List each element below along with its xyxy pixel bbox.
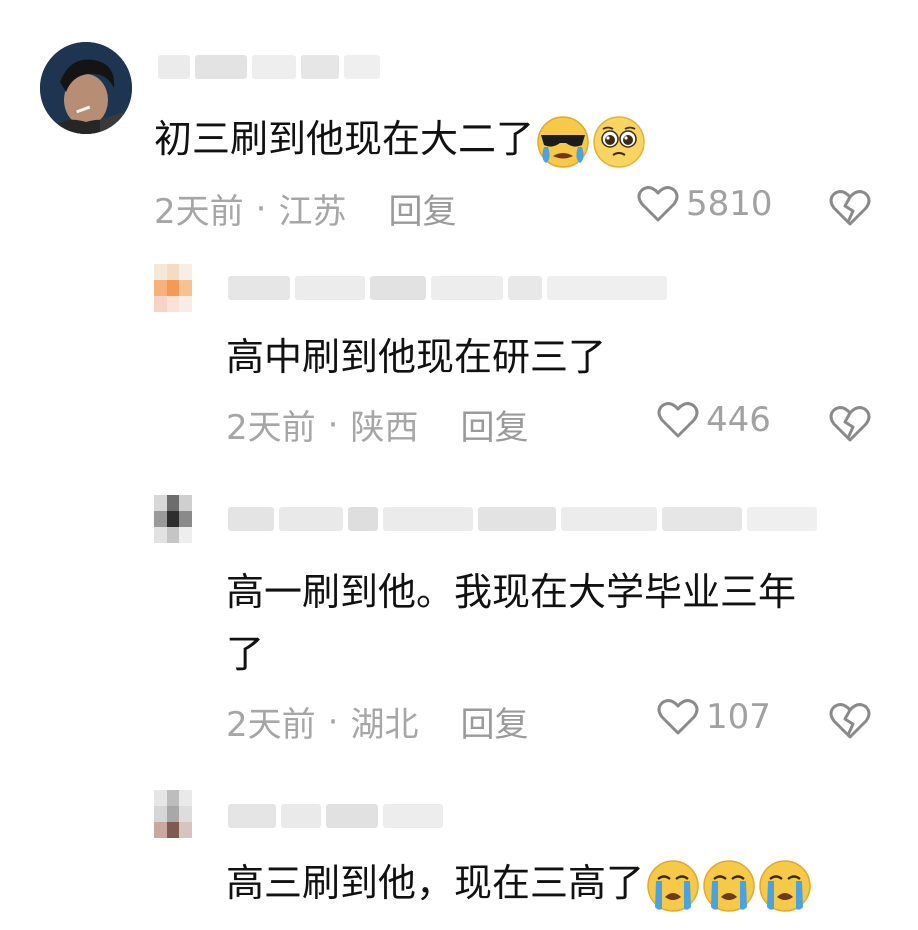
broken-heart-icon[interactable] <box>828 701 872 741</box>
comment-text: 高三刷到他，现在三高了 <box>226 854 812 913</box>
reply-button[interactable]: 回复 <box>460 400 528 449</box>
separator: · <box>327 701 339 742</box>
heart-icon <box>657 402 699 438</box>
heart-icon <box>637 186 679 222</box>
pleading-emoji-icon <box>593 115 645 168</box>
comment-text: 高中刷到他现在研三了 <box>226 335 607 379</box>
comment-text-line-1: 高一刷到他。我现在大学毕业三年 <box>226 570 797 614</box>
heart-icon <box>657 699 699 735</box>
location: 陕西 <box>350 408 419 448</box>
loudly-crying-emoji-icon <box>647 859 699 912</box>
timestamp: 2天前 <box>226 705 316 745</box>
loudly-crying-emoji-icon <box>703 859 755 912</box>
avatar[interactable] <box>154 495 192 543</box>
comment-text: 初三刷到他现在大二了 <box>154 110 646 169</box>
like-count: 5810 <box>686 184 773 224</box>
cool-crying-emoji-icon <box>537 115 589 168</box>
avatar[interactable] <box>154 790 192 838</box>
reply-button[interactable]: 回复 <box>460 697 528 746</box>
username-blurred[interactable] <box>228 507 817 531</box>
comment-4: 高三刷到他，现在三高了 <box>0 770 918 930</box>
broken-heart-icon[interactable] <box>828 404 872 444</box>
loudly-crying-emoji-icon <box>759 859 811 912</box>
location: 江苏 <box>278 192 347 232</box>
like-count: 107 <box>706 697 771 737</box>
reply-button[interactable]: 回复 <box>388 184 456 233</box>
avatar[interactable] <box>40 42 132 134</box>
like-button[interactable]: 5810 <box>636 184 773 224</box>
comment-text: 高一刷到他。我现在大学毕业三年 了 <box>226 561 796 685</box>
comment-3: 高一刷到他。我现在大学毕业三年 了 2天前 · 湖北 回复 107 <box>0 465 918 770</box>
like-button[interactable]: 446 <box>656 400 771 440</box>
comment-text-line-2: 了 <box>226 632 265 676</box>
username-blurred[interactable] <box>228 804 443 828</box>
comment-1: 初三刷到他现在大二了 2天前 · 江苏 回复 5810 <box>0 0 918 240</box>
comment-meta: 2天前 · 江苏 回复 <box>154 184 456 233</box>
avatar[interactable] <box>154 264 192 312</box>
username-blurred[interactable] <box>228 276 667 300</box>
location: 湖北 <box>350 705 419 745</box>
timestamp: 2天前 <box>154 192 244 232</box>
user-avatar-icon <box>40 42 132 134</box>
comment-meta: 2天前 · 湖北 回复 <box>226 697 528 746</box>
comment-2: 高中刷到他现在研三了 2天前 · 陕西 回复 446 <box>0 240 918 465</box>
broken-heart-icon[interactable] <box>828 188 872 228</box>
separator: · <box>255 188 267 229</box>
separator: · <box>327 404 339 445</box>
comment-meta: 2天前 · 陕西 回复 <box>226 400 528 449</box>
like-button[interactable]: 107 <box>656 697 771 737</box>
username-blurred[interactable] <box>158 55 380 79</box>
timestamp: 2天前 <box>226 408 316 448</box>
like-count: 446 <box>706 400 771 440</box>
